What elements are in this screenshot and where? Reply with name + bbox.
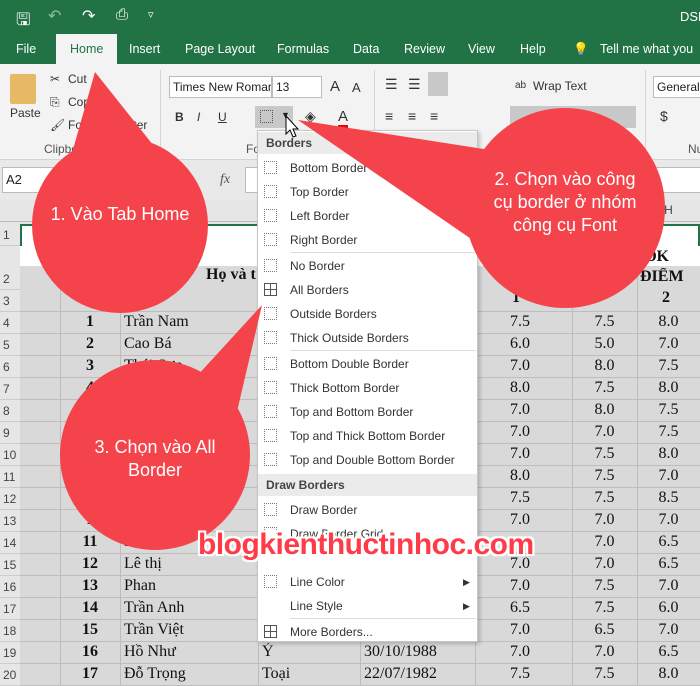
- mouse-cursor-icon: [285, 114, 300, 138]
- callout-3-text: 3. Chọn vào All Border: [94, 437, 216, 480]
- callout-shapes: [32, 72, 665, 550]
- callout-2-pointer: [298, 120, 490, 245]
- watermark: blogkienthuctinhoc.com: [198, 528, 534, 561]
- callout-1-text: 1. Vào Tab Home: [50, 204, 190, 224]
- callout-2-text: 2. Chọn vào công cụ border ở nhóm công c…: [493, 169, 637, 235]
